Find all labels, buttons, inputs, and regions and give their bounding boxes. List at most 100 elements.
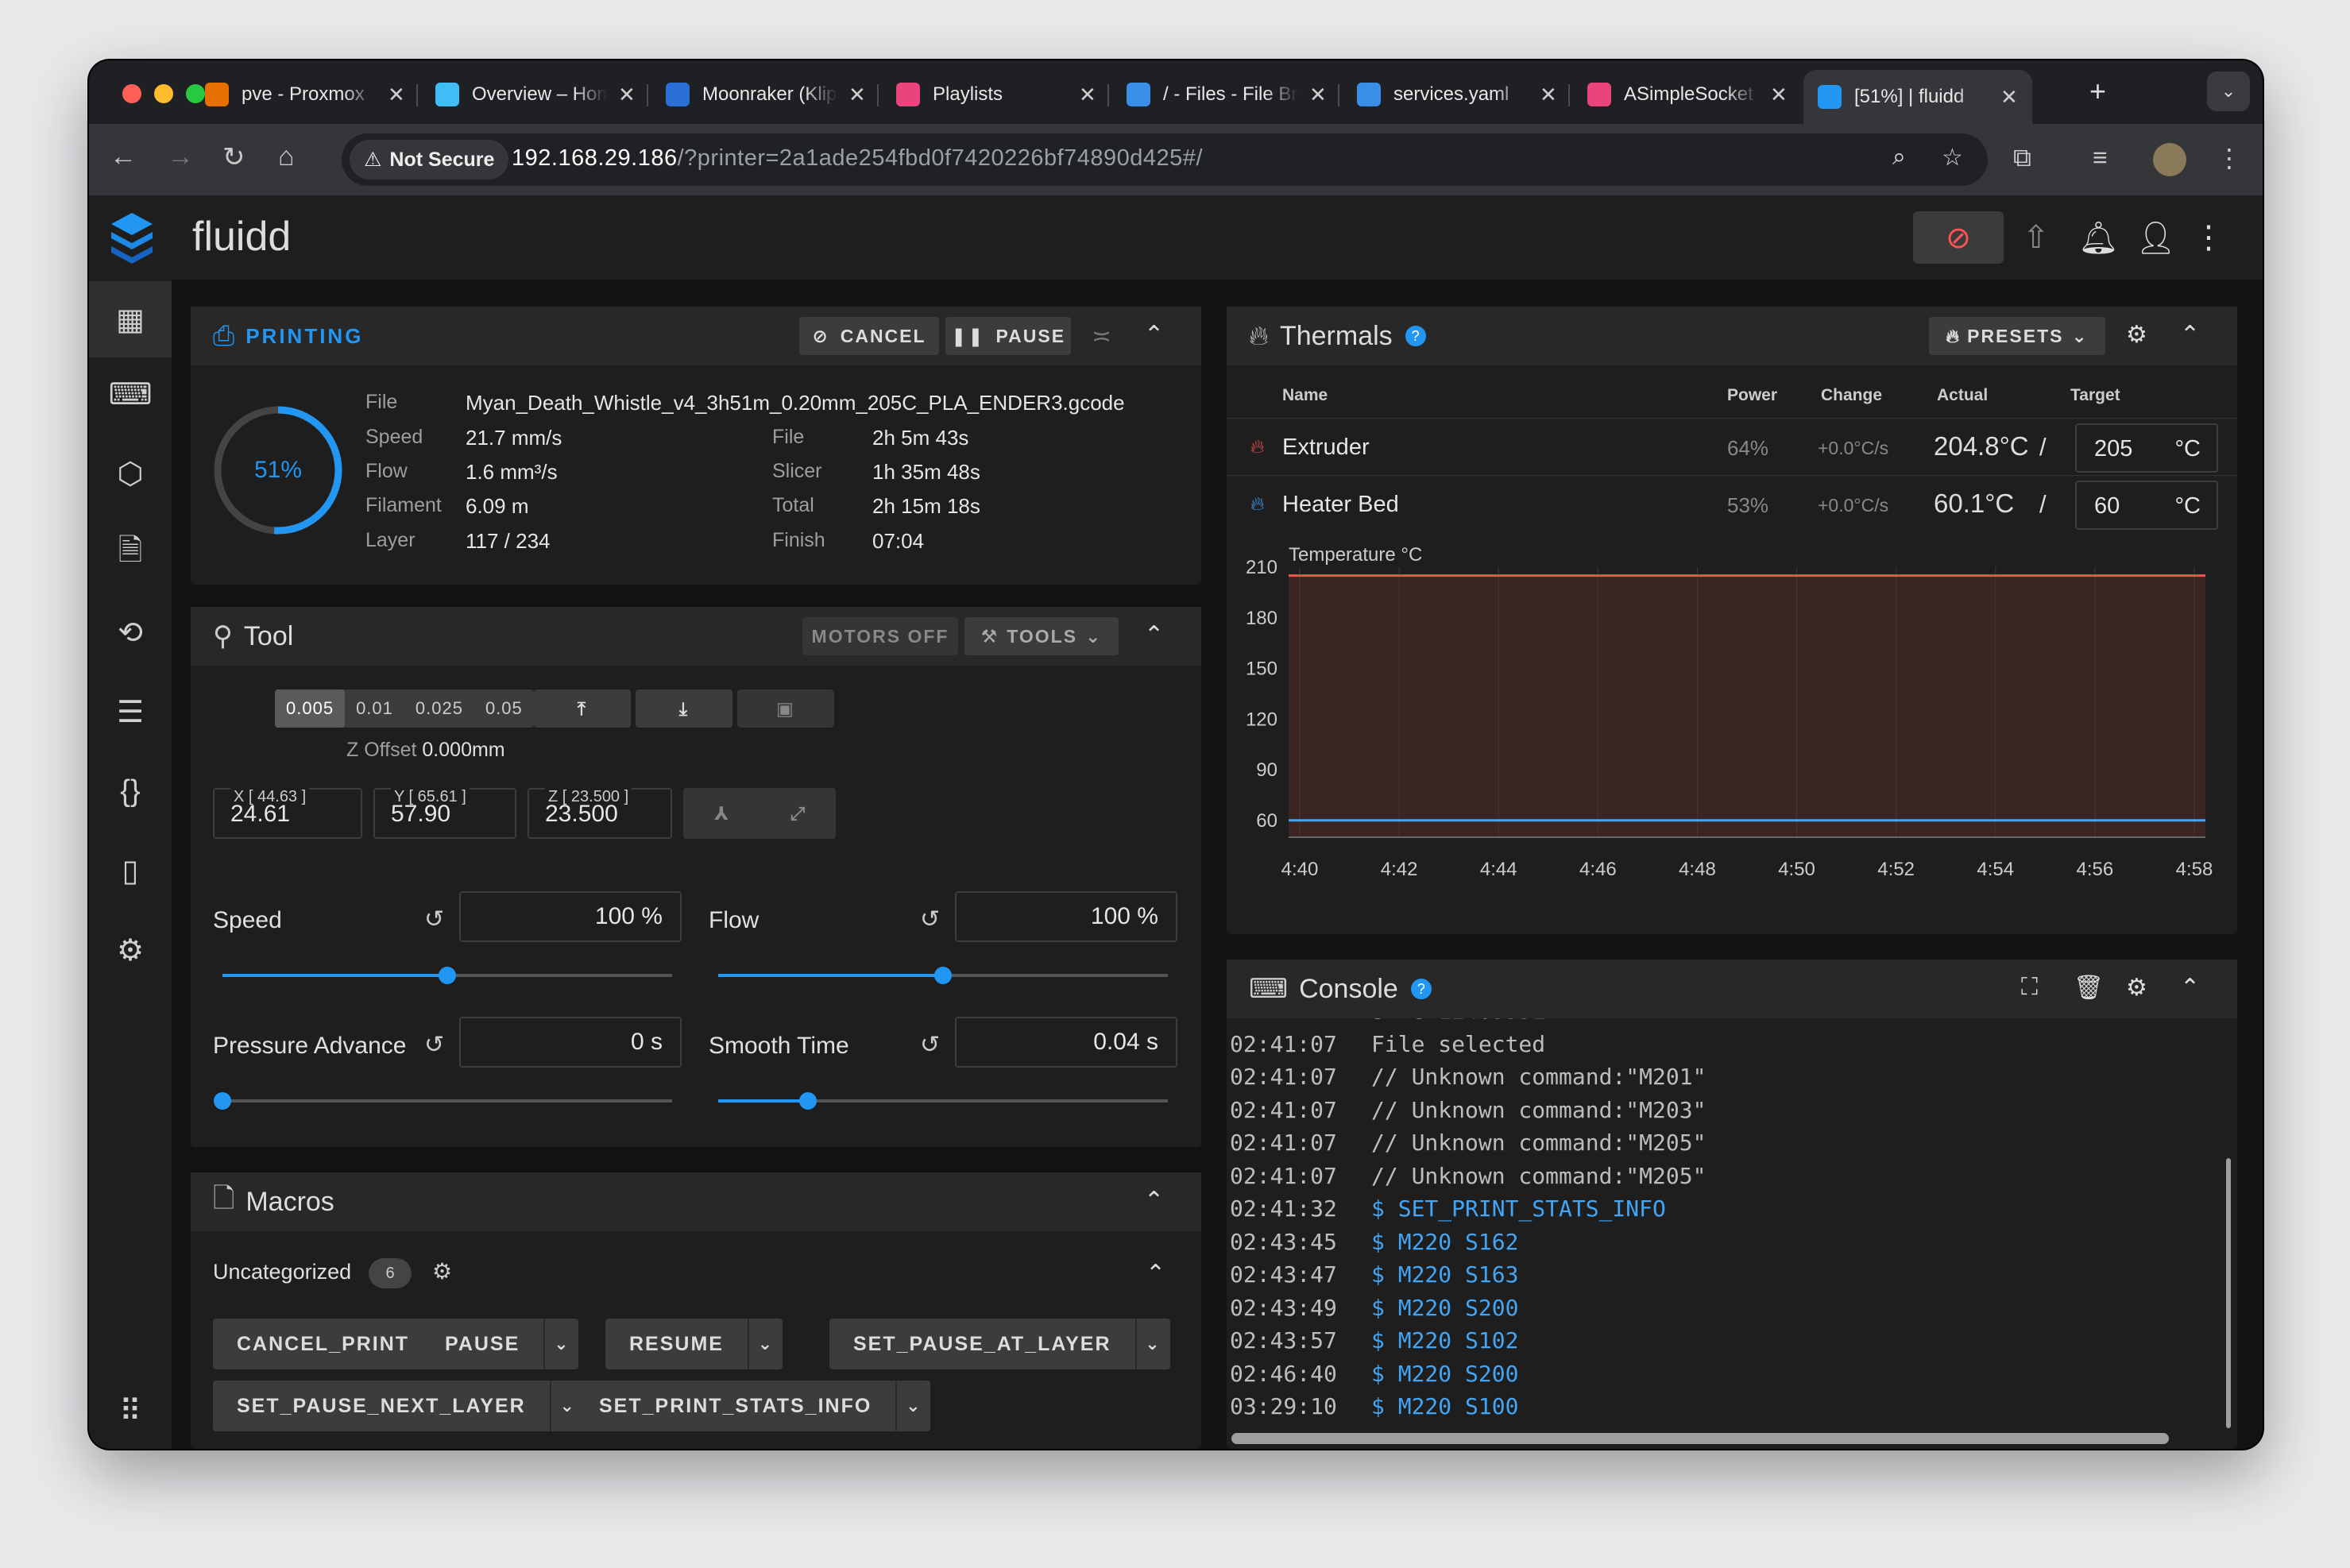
emergency-stop-button[interactable]: ⊘ — [1913, 211, 2004, 264]
chevron-down-icon[interactable]: ⌄ — [895, 1381, 930, 1431]
tab-search-button[interactable]: ⌄ — [2207, 71, 2250, 111]
relative-move-button[interactable]: ⤢ — [761, 788, 836, 839]
close-tab-icon[interactable]: ✕ — [1540, 83, 1557, 107]
chevron-down-icon[interactable]: ⌄ — [1134, 1319, 1170, 1369]
macro-button[interactable]: SET_PAUSE_AT_LAYER ⌄ — [829, 1319, 1170, 1369]
browser-tab[interactable]: [51%] | fluidd ✕ — [1803, 70, 2032, 124]
collapse-thermals-icon[interactable]: ⌃ — [2180, 321, 2200, 349]
reset-flow-icon[interactable]: ↺ — [920, 906, 940, 933]
speed-slider[interactable] — [222, 967, 672, 984]
macro-button[interactable]: CANCEL_PRINT — [213, 1319, 434, 1369]
z-up-button[interactable]: ⤒ — [534, 689, 631, 728]
smooth-time-slider-handle[interactable] — [799, 1092, 817, 1110]
collapse-macros-icon[interactable]: ⌃ — [1144, 1187, 1164, 1215]
user-account-icon[interactable]: 👤︎ — [2135, 219, 2176, 257]
zoom-icon[interactable]: ⌕ — [1892, 144, 1906, 171]
console-nav-icon[interactable]: ⌨ — [108, 372, 153, 416]
macro-group-settings-icon[interactable]: ⚙ — [432, 1258, 452, 1284]
config-nav-icon[interactable]: {} — [108, 769, 153, 813]
smooth-time-input[interactable]: 0.04 s — [955, 1017, 1177, 1068]
media-control-icon[interactable]: ≡ — [2093, 143, 2108, 172]
browser-tab[interactable]: Playlists ✕ — [882, 70, 1111, 119]
macro-button[interactable]: PAUSE ⌄ — [421, 1319, 579, 1369]
close-window-button[interactable] — [122, 84, 141, 103]
bookmark-star-icon[interactable]: ☆ — [1942, 144, 1963, 172]
close-tab-icon[interactable]: ✕ — [388, 83, 405, 107]
collapse-console-icon[interactable]: ⌃ — [2180, 974, 2200, 1002]
clear-console-trash-icon[interactable]: 🗑︎ — [2074, 974, 2104, 1002]
z-step-option[interactable]: 0.005 — [275, 689, 346, 728]
z-step-option[interactable]: 0.01 — [345, 689, 404, 728]
flow-slider[interactable] — [718, 967, 1168, 984]
reset-smooth-time-icon[interactable]: ↺ — [920, 1031, 940, 1059]
history-nav-icon[interactable]: ⟲ — [108, 610, 153, 655]
browser-tab[interactable]: / - Files - File Browser✕ — [1112, 70, 1341, 119]
forward-icon[interactable]: → — [167, 141, 194, 172]
save-z-offset-button[interactable]: ▣ — [737, 689, 834, 728]
reset-speed-icon[interactable]: ↺ — [424, 906, 444, 933]
security-chip[interactable]: ⚠ Not Secure — [350, 140, 509, 180]
browser-menu-icon[interactable]: ⋮ — [2217, 143, 2242, 173]
browser-tab[interactable]: ASimpleSocket ✕ — [1573, 70, 1802, 119]
reset-pressure-advance-icon[interactable]: ↺ — [424, 1031, 444, 1059]
flow-slider-handle[interactable] — [934, 967, 952, 984]
app-menu-icon[interactable]: ⋮ — [2193, 219, 2224, 256]
pressure-advance-slider-handle[interactable] — [214, 1092, 231, 1110]
browser-tab[interactable]: Moonraker (Klipper)✕ — [651, 70, 880, 119]
browser-tab[interactable]: Overview – Home✕ — [421, 70, 650, 119]
minimize-window-button[interactable] — [154, 84, 173, 103]
exclude-object-icon[interactable]: ≍ — [1092, 322, 1111, 350]
extensions-icon[interactable]: ⧉ — [2013, 143, 2031, 173]
new-tab-button[interactable]: + — [2089, 75, 2106, 108]
tune-nav-icon[interactable]: ☰ — [108, 689, 153, 734]
y-position-field[interactable]: Y [ 65.61 ] 57.90 — [373, 788, 516, 839]
console-settings-icon[interactable]: ⚙ — [2126, 974, 2147, 1002]
collapse-macro-group-icon[interactable]: ⌃ — [1146, 1260, 1165, 1288]
close-tab-icon[interactable]: ✕ — [1309, 83, 1327, 107]
chevron-down-icon[interactable]: ⌄ — [543, 1319, 578, 1369]
close-tab-icon[interactable]: ✕ — [1079, 83, 1096, 107]
fullscreen-icon[interactable]: ⛶ — [2021, 974, 2038, 1001]
z-step-option[interactable]: 0.05 — [474, 689, 534, 728]
speed-factor-input[interactable]: 100 % — [459, 891, 682, 942]
z-step-option[interactable]: 0.025 — [404, 689, 474, 728]
macro-button[interactable]: SET_PRINT_STATS_INFO ⌄ — [575, 1381, 931, 1431]
system-nav-icon[interactable]: ▯ — [108, 848, 153, 893]
collapse-tool-icon[interactable]: ⌃ — [1144, 621, 1164, 649]
flow-factor-input[interactable]: 100 % — [955, 891, 1177, 942]
pressure-advance-slider[interactable] — [214, 1092, 672, 1110]
speed-slider-handle[interactable] — [439, 967, 456, 984]
close-tab-icon[interactable]: ✕ — [1770, 83, 1788, 107]
home-axes-button[interactable]: ⅄ — [683, 788, 761, 839]
chevron-down-icon[interactable]: ⌄ — [747, 1319, 783, 1369]
close-tab-icon[interactable]: ✕ — [2000, 85, 2018, 110]
apps-grid-icon[interactable]: ⠿ — [108, 1388, 153, 1433]
browser-tab[interactable]: services.yaml ✕ — [1343, 70, 1571, 119]
motors-off-button[interactable]: MOTORS OFF — [802, 617, 958, 655]
x-position-field[interactable]: X [ 44.63 ] 24.61 — [213, 788, 362, 839]
dashboard-nav-icon[interactable]: ▦ — [89, 281, 172, 357]
macro-button[interactable]: RESUME ⌄ — [605, 1319, 783, 1369]
bed-target-input[interactable]: 60 °C — [2075, 481, 2218, 530]
settings-nav-icon[interactable]: ⚙ — [108, 928, 153, 972]
macro-button[interactable]: SET_PAUSE_NEXT_LAYER ⌄ — [213, 1381, 585, 1431]
z-down-button[interactable]: ⤓ — [636, 689, 732, 728]
browser-tab[interactable]: pve - Proxmox ✕ — [191, 70, 419, 119]
extruder-target-input[interactable]: 205 °C — [2075, 423, 2218, 473]
cancel-print-button[interactable]: ⊘ CANCEL — [799, 317, 939, 355]
z-position-field[interactable]: Z [ 23.500 ] 23.500 — [528, 788, 672, 839]
pause-print-button[interactable]: ❚❚ PAUSE — [945, 317, 1071, 355]
close-tab-icon[interactable]: ✕ — [618, 83, 636, 107]
thermals-settings-icon[interactable]: ⚙ — [2126, 321, 2147, 349]
help-icon[interactable]: ? — [1405, 326, 1426, 346]
console-horizontal-scrollbar[interactable] — [1231, 1433, 2169, 1444]
notifications-bell-icon[interactable]: 🔔︎ — [2078, 219, 2119, 257]
printer-nav-icon[interactable]: ⬡ — [108, 451, 153, 496]
tools-menu-button[interactable]: ⚒ TOOLS ⌄ — [964, 617, 1119, 655]
reload-icon[interactable]: ↻ — [222, 141, 245, 173]
upload-icon[interactable]: ⇧ — [2023, 219, 2050, 256]
collapse-printing-icon[interactable]: ⌃ — [1144, 321, 1164, 349]
back-icon[interactable]: ← — [110, 141, 137, 172]
pressure-advance-input[interactable]: 0 s — [459, 1017, 682, 1068]
close-tab-icon[interactable]: ✕ — [848, 83, 866, 107]
